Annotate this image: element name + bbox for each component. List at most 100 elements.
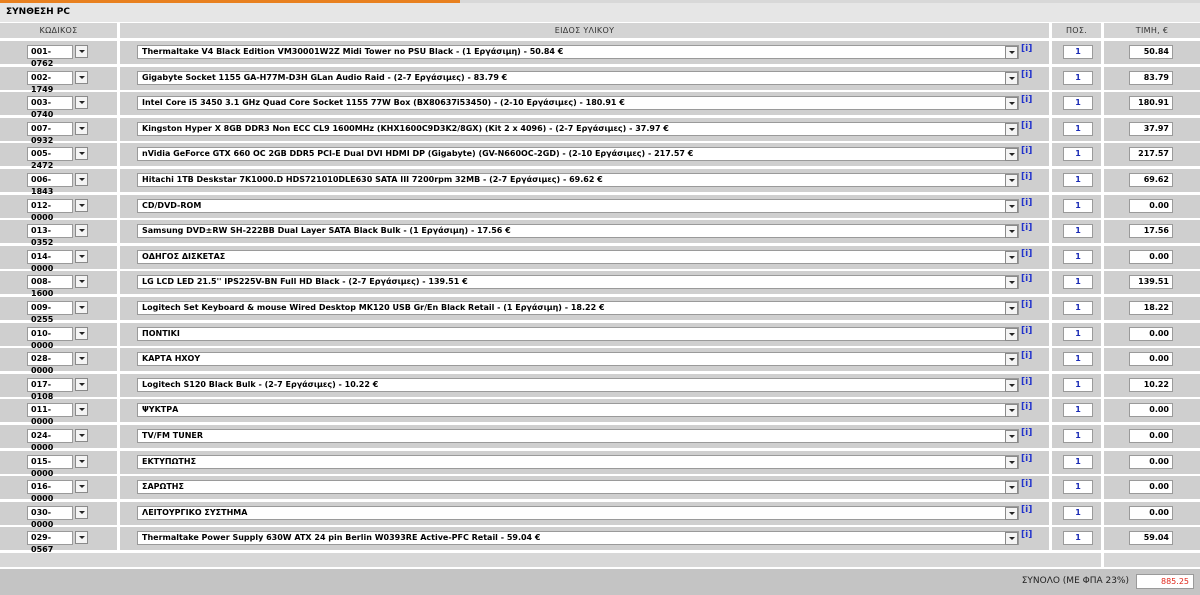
item-select[interactable]: ΕΚΤΥΠΩΤΗΣ	[137, 454, 1019, 469]
info-link-icon[interactable]: [i]	[1021, 402, 1032, 412]
chevron-down-icon[interactable]	[75, 403, 88, 417]
info-link-icon[interactable]: [i]	[1021, 479, 1032, 489]
chevron-down-icon[interactable]	[75, 301, 88, 314]
quantity-input[interactable]: 1	[1063, 352, 1093, 367]
item-select[interactable]: ΟΔΗΓΟΣ ΔΙΣΚΕΤΑΣ	[137, 249, 1019, 264]
chevron-down-icon[interactable]	[75, 173, 88, 186]
code-value[interactable]: 009-0255	[27, 301, 73, 324]
code-value[interactable]: 012-0000	[27, 198, 73, 222]
chevron-down-icon[interactable]	[1005, 148, 1018, 162]
chevron-down-icon[interactable]	[1005, 97, 1018, 111]
chevron-down-icon[interactable]	[75, 352, 88, 366]
chevron-down-icon[interactable]	[1005, 46, 1018, 59]
code-value[interactable]: 028-0000	[27, 352, 73, 375]
chevron-down-icon[interactable]	[1005, 532, 1018, 546]
code-value[interactable]: 017-0108	[27, 377, 73, 401]
chevron-down-icon[interactable]	[1005, 455, 1018, 469]
quantity-input[interactable]: 1	[1063, 275, 1093, 290]
chevron-down-icon[interactable]	[75, 70, 88, 84]
chevron-down-icon[interactable]	[75, 377, 88, 391]
chevron-down-icon[interactable]	[75, 480, 88, 494]
quantity-input[interactable]: 1	[1063, 301, 1093, 315]
info-link-icon[interactable]: [i]	[1021, 428, 1032, 438]
chevron-down-icon[interactable]	[75, 454, 88, 468]
info-link-icon[interactable]: [i]	[1021, 223, 1032, 233]
quantity-input[interactable]: 1	[1063, 249, 1093, 264]
code-value[interactable]: 015-0000	[27, 454, 73, 478]
quantity-input[interactable]: 1	[1063, 403, 1093, 418]
item-select[interactable]: Thermaltake Power Supply 630W ATX 24 pin…	[137, 531, 1019, 546]
chevron-down-icon[interactable]	[75, 147, 88, 161]
code-select[interactable]: 003-0740	[27, 96, 90, 119]
quantity-input[interactable]: 1	[1063, 326, 1093, 341]
chevron-down-icon[interactable]	[75, 275, 88, 289]
info-link-icon[interactable]: [i]	[1021, 70, 1032, 80]
code-select[interactable]: 024-0000	[27, 429, 90, 452]
code-value[interactable]: 016-0000	[27, 480, 73, 503]
code-select[interactable]: 010-0000	[27, 326, 90, 350]
code-value[interactable]: 029-0567	[27, 531, 73, 554]
info-link-icon[interactable]: [i]	[1021, 326, 1032, 336]
info-link-icon[interactable]: [i]	[1021, 300, 1032, 310]
item-select[interactable]: Logitech S120 Black Bulk - (2-7 Εργάσιμε…	[137, 377, 1019, 392]
chevron-down-icon[interactable]	[1005, 276, 1018, 290]
code-select[interactable]: 029-0567	[27, 531, 90, 554]
code-value[interactable]: 008-1600	[27, 275, 73, 298]
info-link-icon[interactable]: [i]	[1021, 146, 1032, 156]
item-select[interactable]: Thermaltake V4 Black Edition VM30001W2Z …	[137, 45, 1019, 59]
chevron-down-icon[interactable]	[1005, 404, 1018, 418]
code-select[interactable]: 014-0000	[27, 249, 90, 273]
chevron-down-icon[interactable]	[1005, 302, 1018, 315]
item-select[interactable]: Intel Core i5 3450 3.1 GHz Quad Core Soc…	[137, 96, 1019, 111]
code-select[interactable]: 008-1600	[27, 275, 90, 298]
code-select[interactable]: 012-0000	[27, 198, 90, 222]
item-select[interactable]: Logitech Set Keyboard & mouse Wired Desk…	[137, 301, 1019, 315]
code-select[interactable]: 007-0932	[27, 121, 90, 145]
chevron-down-icon[interactable]	[1005, 506, 1018, 520]
chevron-down-icon[interactable]	[75, 326, 88, 340]
code-value[interactable]: 003-0740	[27, 96, 73, 119]
chevron-down-icon[interactable]	[1005, 71, 1018, 85]
code-select[interactable]: 006-1843	[27, 173, 90, 196]
chevron-down-icon[interactable]	[1005, 250, 1018, 264]
code-value[interactable]: 010-0000	[27, 326, 73, 350]
chevron-down-icon[interactable]	[75, 198, 88, 212]
chevron-down-icon[interactable]	[75, 45, 88, 58]
info-link-icon[interactable]: [i]	[1021, 454, 1032, 464]
chevron-down-icon[interactable]	[1005, 378, 1018, 392]
info-link-icon[interactable]: [i]	[1021, 274, 1032, 284]
code-select[interactable]: 017-0108	[27, 377, 90, 401]
info-link-icon[interactable]: [i]	[1021, 95, 1032, 105]
info-link-icon[interactable]: [i]	[1021, 121, 1032, 131]
chevron-down-icon[interactable]	[75, 121, 88, 135]
quantity-input[interactable]: 1	[1063, 429, 1093, 443]
quantity-input[interactable]: 1	[1063, 45, 1093, 59]
item-select[interactable]: CD/DVD-ROM	[137, 198, 1019, 213]
chevron-down-icon[interactable]	[1005, 430, 1018, 443]
code-value[interactable]: 014-0000	[27, 249, 73, 273]
code-value[interactable]: 030-0000	[27, 505, 73, 529]
chevron-down-icon[interactable]	[1005, 327, 1018, 341]
quantity-input[interactable]: 1	[1063, 121, 1093, 136]
quantity-input[interactable]: 1	[1063, 173, 1093, 187]
chevron-down-icon[interactable]	[1005, 199, 1018, 213]
info-link-icon[interactable]: [i]	[1021, 351, 1032, 361]
item-select[interactable]: TV/FM TUNER	[137, 429, 1019, 443]
code-value[interactable]: 006-1843	[27, 173, 73, 196]
item-select[interactable]: Hitachi 1TB Deskstar 7K1000.D HDS721010D…	[137, 173, 1019, 187]
chevron-down-icon[interactable]	[75, 96, 88, 110]
quantity-input[interactable]: 1	[1063, 147, 1093, 162]
quantity-input[interactable]: 1	[1063, 96, 1093, 111]
info-link-icon[interactable]: [i]	[1021, 505, 1032, 515]
item-select[interactable]: nVidia GeForce GTX 660 OC 2GB DDR5 PCI-E…	[137, 147, 1019, 162]
code-select[interactable]: 011-0000	[27, 403, 90, 426]
quantity-input[interactable]: 1	[1063, 454, 1093, 469]
item-select[interactable]: ΨΥΚΤΡΑ	[137, 403, 1019, 418]
info-link-icon[interactable]: [i]	[1021, 249, 1032, 259]
item-select[interactable]: Kingston Hyper X 8GB DDR3 Non ECC CL9 16…	[137, 121, 1019, 136]
item-select[interactable]: LG LCD LED 21.5'' IPS225V-BN Full HD Bla…	[137, 275, 1019, 290]
item-select[interactable]: ΠΟΝΤΙΚΙ	[137, 326, 1019, 341]
info-link-icon[interactable]: [i]	[1021, 377, 1032, 387]
code-select[interactable]: 005-2472	[27, 147, 90, 170]
info-link-icon[interactable]: [i]	[1021, 530, 1032, 540]
